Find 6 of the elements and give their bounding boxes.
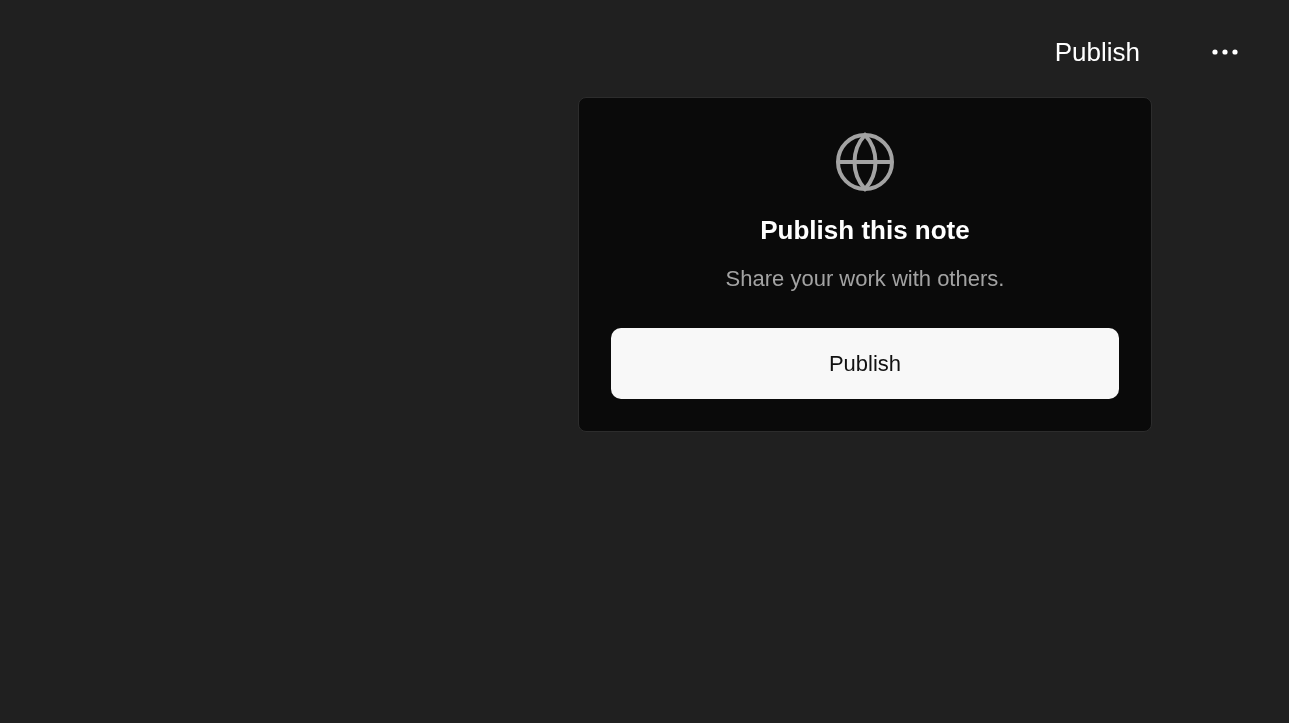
globe-icon (835, 132, 895, 192)
popover-description: Share your work with others. (725, 265, 1005, 293)
publish-button[interactable]: Publish (611, 328, 1119, 399)
more-icon (1212, 49, 1238, 55)
publish-button[interactable]: Publish (1048, 32, 1146, 72)
popover-title: Publish this note (760, 214, 970, 246)
